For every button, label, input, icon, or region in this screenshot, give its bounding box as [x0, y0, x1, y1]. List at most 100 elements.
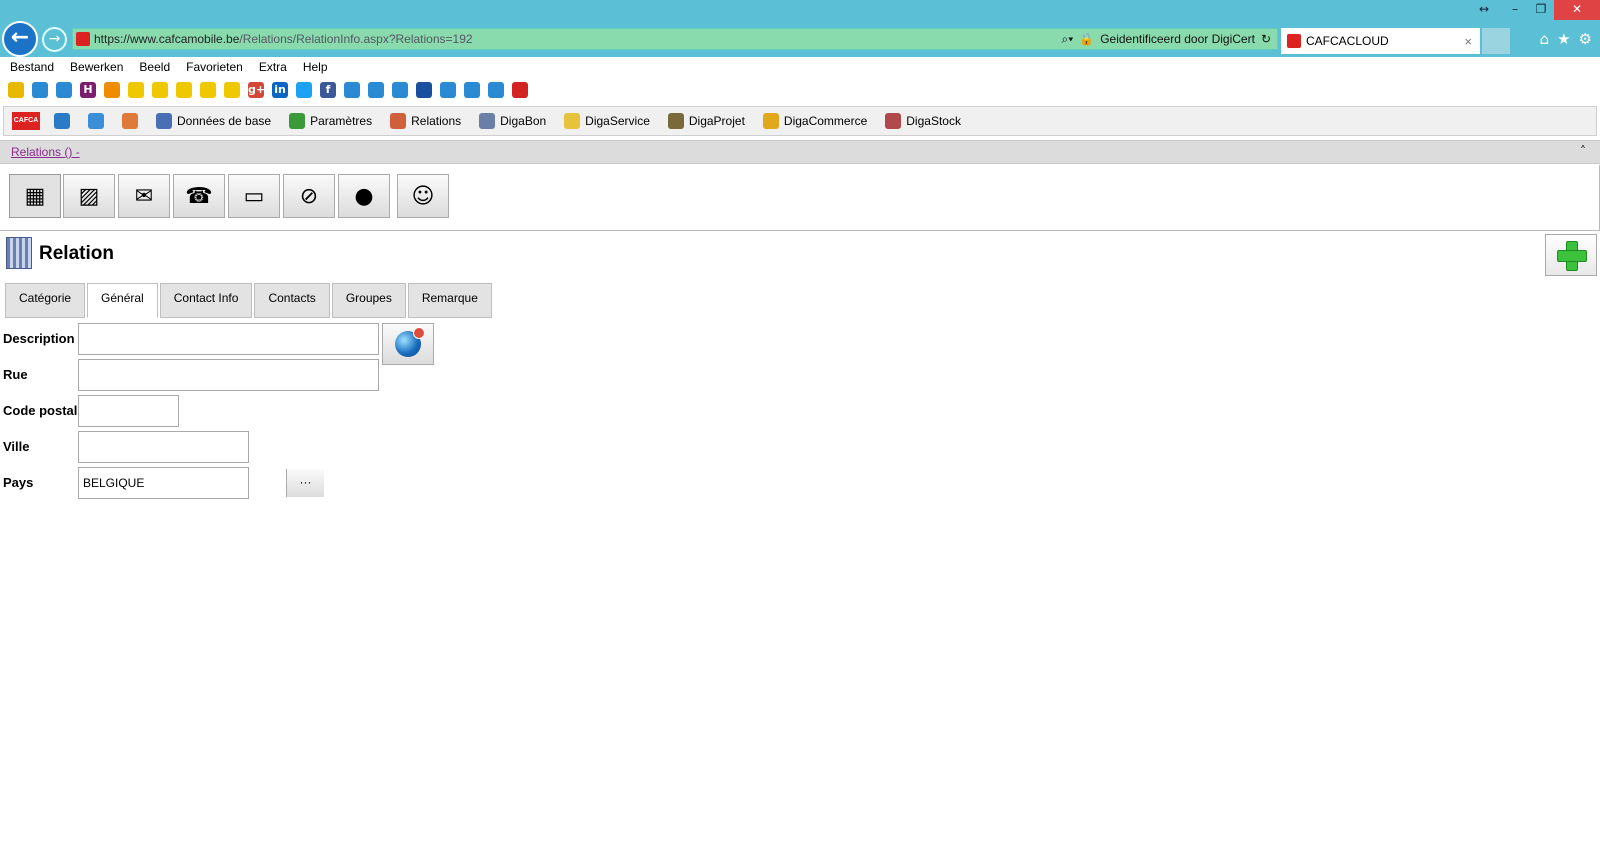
tab-contact-info[interactable]: Contact Info: [159, 283, 253, 318]
radiation-icon[interactable]: [200, 82, 216, 98]
close-window-button[interactable]: ✕: [1554, 0, 1600, 20]
radiation-icon[interactable]: [224, 82, 240, 98]
toolbar-button-people[interactable]: ☺: [397, 174, 449, 218]
description-field[interactable]: [78, 323, 379, 355]
globe-icon: [395, 327, 425, 357]
menu-bewerken[interactable]: Bewerken: [70, 60, 123, 74]
browser-tab[interactable]: CAFCACLOUD ×: [1281, 28, 1480, 54]
rue-field[interactable]: [78, 359, 379, 391]
menu-help[interactable]: Help: [303, 60, 328, 74]
radiation-icon[interactable]: [128, 82, 144, 98]
relations-header: Relations () - ˄: [0, 140, 1600, 164]
flag-be-icon[interactable]: [104, 82, 120, 98]
favorites-bar: Hg+ in f: [0, 78, 1600, 102]
home-icon[interactable]: ⌂: [1540, 30, 1550, 48]
ie-link-icon[interactable]: [368, 82, 384, 98]
ie-link-icon[interactable]: [392, 82, 408, 98]
menu-beeld[interactable]: Beeld: [139, 60, 170, 74]
search-icon[interactable]: ⌕▾: [1061, 32, 1073, 47]
code-postal-field[interactable]: [78, 395, 179, 427]
appmenu-item-label: DigaProjet: [688, 114, 745, 128]
ie-link-icon[interactable]: [464, 82, 480, 98]
ville-field[interactable]: [78, 431, 249, 463]
globe-icon: [54, 113, 70, 129]
ie-link-icon[interactable]: [488, 82, 504, 98]
appmenu-item-donn-es-de-base[interactable]: Données de base: [152, 111, 275, 131]
appmenu-item-param-tres[interactable]: Paramètres: [285, 111, 376, 131]
address-bar-right: ⌕▾ 🔒 Geidentificeerd door DigiCert ↻: [1061, 32, 1277, 47]
radiation-icon[interactable]: [176, 82, 192, 98]
tab-categorie[interactable]: Catégorie: [5, 283, 86, 318]
appmenu-item-user[interactable]: [118, 111, 142, 131]
browser-title-bar: ↔ – ❐ ✕ ← → https://www.cafcamobile.be/R…: [0, 0, 1600, 57]
appmenu-item-globe[interactable]: [50, 111, 74, 131]
appmenu-item-digastock[interactable]: DigaStock: [881, 111, 965, 131]
identity-label[interactable]: Geidentificeerd door DigiCert: [1100, 32, 1255, 46]
refresh-icon[interactable]: ↻: [1261, 32, 1271, 46]
folder-icon: ▭: [243, 183, 265, 209]
pays-picker-button[interactable]: ···: [286, 469, 324, 497]
appmenu-item-digaprojet[interactable]: DigaProjet: [664, 111, 749, 131]
pays-field[interactable]: BELGIQUE ···: [78, 467, 324, 499]
new-tab-button[interactable]: [1482, 28, 1510, 54]
google-plus-icon[interactable]: g+: [248, 82, 265, 98]
star-icon[interactable]: ★: [1557, 30, 1570, 48]
ville-label: Ville: [3, 439, 30, 454]
gear-icon[interactable]: ⚙: [1579, 30, 1592, 48]
linkedin-icon[interactable]: in: [272, 82, 288, 98]
toolbar-button-no-document[interactable]: ⊘: [283, 174, 335, 218]
toolbar-button-building[interactable]: ▦: [9, 174, 61, 218]
cafca-icon[interactable]: [512, 82, 528, 98]
restore-button[interactable]: ❐: [1528, 0, 1554, 20]
appmenu-item-digacommerce[interactable]: DigaCommerce: [759, 111, 871, 131]
ie-link-icon[interactable]: [56, 82, 72, 98]
collapse-icon[interactable]: ˄: [1580, 144, 1586, 158]
globe-icon[interactable]: [416, 82, 432, 98]
toolbar-button-folder[interactable]: ▭: [228, 174, 280, 218]
menu-bar: Bestand Bewerken Beeld Favorieten Extra …: [0, 57, 1600, 77]
user-icon: [122, 113, 138, 129]
url-text[interactable]: https://www.cafcamobile.be/Relations/Rel…: [94, 32, 473, 46]
facebook-icon[interactable]: f: [320, 82, 336, 98]
toolbar-button-mail[interactable]: ✉: [118, 174, 170, 218]
tab-groupes[interactable]: Groupes: [331, 283, 406, 318]
tab-contacts[interactable]: Contacts: [254, 283, 330, 318]
phone-contact-icon: ☎: [185, 183, 213, 209]
app-menu: CAFCA Données de base Paramètres Relations…: [3, 106, 1597, 136]
plus-icon: [1557, 241, 1587, 271]
ie-link-icon[interactable]: [32, 82, 48, 98]
tab-remarque[interactable]: Remarque: [407, 283, 492, 318]
site-favicon-icon: [76, 32, 90, 46]
radiation-icon[interactable]: [152, 82, 168, 98]
add-favorite-icon[interactable]: [8, 82, 24, 98]
appmenu-item-refresh[interactable]: [84, 111, 108, 131]
resize-icon[interactable]: ↔: [1466, 0, 1502, 20]
globe-lookup-button[interactable]: [382, 323, 434, 365]
cafca-logo[interactable]: CAFCA: [12, 112, 40, 130]
ie-link-icon[interactable]: [344, 82, 360, 98]
toolbar-button-phone-contact[interactable]: ☎: [173, 174, 225, 218]
back-button[interactable]: ←: [2, 21, 38, 57]
tab-general[interactable]: Général: [87, 283, 158, 318]
tab-close-icon[interactable]: ×: [1464, 34, 1472, 49]
menu-favorieten[interactable]: Favorieten: [186, 60, 243, 74]
minimize-button[interactable]: –: [1502, 0, 1528, 20]
users-icon: [390, 113, 407, 129]
appmenu-item-digaservice[interactable]: DigaService: [560, 111, 654, 131]
add-button[interactable]: [1545, 234, 1597, 276]
forward-button[interactable]: →: [42, 27, 67, 52]
ie-link-icon[interactable]: [440, 82, 456, 98]
menu-bestand[interactable]: Bestand: [10, 60, 54, 74]
menu-extra[interactable]: Extra: [259, 60, 287, 74]
relations-link[interactable]: Relations () -: [11, 145, 80, 159]
project-icon: [667, 113, 684, 129]
h-logo-icon[interactable]: H: [80, 82, 96, 98]
pays-value: BELGIQUE: [83, 476, 145, 490]
twitter-icon[interactable]: [296, 82, 312, 98]
appmenu-item-digabon[interactable]: DigaBon: [475, 111, 550, 131]
lock-icon[interactable]: 🔒: [1079, 32, 1094, 46]
toolbar-button-package[interactable]: ▨: [63, 174, 115, 218]
address-bar[interactable]: https://www.cafcamobile.be/Relations/Rel…: [72, 28, 1278, 50]
appmenu-item-relations[interactable]: Relations: [386, 111, 465, 131]
toolbar-button-globe[interactable]: ●: [338, 174, 390, 218]
